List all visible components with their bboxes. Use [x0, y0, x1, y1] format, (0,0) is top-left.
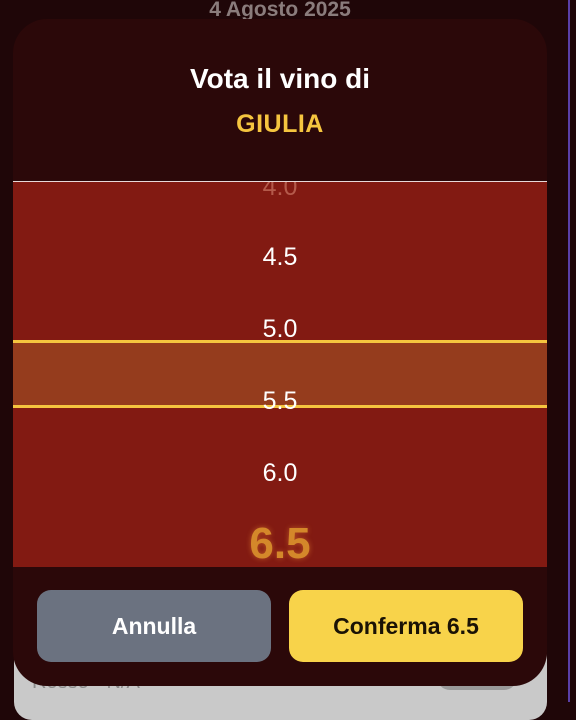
picker-option[interactable]: 5.5: [13, 386, 547, 416]
picker-option[interactable]: 4.5: [13, 242, 547, 272]
picker-option[interactable]: 5.0: [13, 314, 547, 344]
picker-option-selected[interactable]: 6.5: [13, 519, 547, 567]
modal-title: Vota il vino di: [190, 63, 370, 94]
modal-subtitle-name: GIULIA: [236, 110, 324, 138]
picker-option[interactable]: 6.0: [13, 458, 547, 488]
confirm-button[interactable]: Conferma 6.5: [289, 590, 523, 662]
rating-modal: Vota il vino di GIULIA 4.0 4.5 5.0 5.5 6…: [13, 19, 547, 686]
cancel-button[interactable]: Annulla: [37, 590, 271, 662]
background-divider: [568, 0, 570, 702]
rating-picker[interactable]: 4.0 4.5 5.0 5.5 6.0 6.5: [13, 181, 547, 567]
picker-option[interactable]: 4.0: [13, 182, 547, 202]
